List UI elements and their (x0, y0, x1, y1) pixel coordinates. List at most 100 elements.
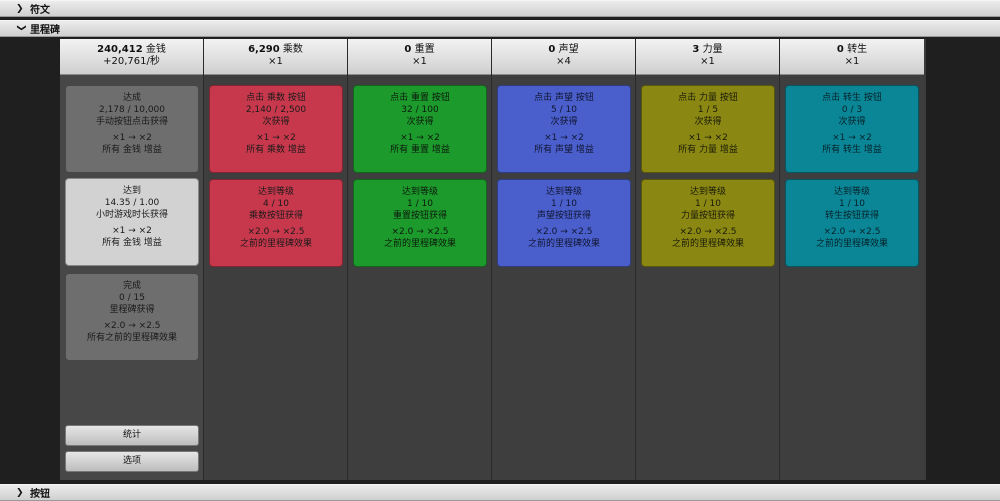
resource-amount: 0 (548, 44, 556, 55)
milestone-progress: 2,140 / 2,500 (245, 105, 307, 115)
milestone-progress: 0 / 15 (119, 293, 145, 303)
milestone-title: 点击 声望 按钮 (534, 93, 594, 103)
milestone-effect: 所有 声望 增益 (534, 145, 594, 155)
milestone-multiplier: ×1 → ×2 (112, 133, 152, 143)
milestone-card[interactable]: 达到 14.35 / 1.00 小时游戏时长获得 ×1 → ×2 所有 金钱 增… (65, 178, 199, 266)
milestone-board: 240,412 金钱 +20,761/秒 达成 2,178 / 10,000 手… (60, 39, 926, 480)
chevron-right-icon: ❯ (16, 487, 24, 498)
milestone-multiplier: ×1 → ×2 (400, 133, 440, 143)
resource-amount: 3 (692, 44, 700, 55)
resource-name: 重置 (414, 44, 435, 55)
milestone-progress: 4 / 10 (263, 199, 289, 209)
milestone-condition: 里程碑获得 (109, 305, 155, 315)
milestone-progress: 5 / 10 (551, 105, 577, 115)
stats-button[interactable]: 统计 (65, 425, 199, 446)
milestone-card[interactable]: 点击 转生 按钮 0 / 3 次获得 ×1 → ×2 所有 转生 增益 (785, 85, 919, 173)
milestone-card[interactable]: 达到等级 1 / 10 重置按钮获得 ×2.0 → ×2.5 之前的里程碑效果 (353, 179, 487, 267)
section-buttons-header[interactable]: ❯ 按钮 (0, 484, 1000, 501)
milestone-multiplier: ×2.0 → ×2.5 (823, 227, 881, 237)
milestone-condition: 乘数按钮获得 (248, 211, 303, 221)
milestone-card[interactable]: 完成 0 / 15 里程碑获得 ×2.0 → ×2.5 所有之前的里程碑效果 (65, 273, 199, 361)
milestone-multiplier: ×1 → ×2 (688, 133, 728, 143)
column-header: 0 转生 ×1 (780, 39, 924, 75)
resource-amount: 240,412 (97, 44, 143, 55)
milestone-effect: 所有 力量 增益 (678, 145, 738, 155)
milestone-title: 达到等级 (833, 187, 870, 197)
resource-name: 力量 (702, 44, 723, 55)
resource-rate: ×1 (700, 56, 715, 67)
section-milestones-header[interactable]: ❯ 里程碑 (0, 20, 1000, 37)
column-header: 0 重置 ×1 (348, 39, 491, 75)
milestone-progress: 32 / 100 (401, 105, 439, 115)
milestone-effect: 所有 金钱 增益 (102, 145, 162, 155)
milestone-title: 达到等级 (545, 187, 582, 197)
milestone-title: 达到等级 (257, 187, 294, 197)
milestone-multiplier: ×2.0 → ×2.5 (247, 227, 305, 237)
section-runes-header[interactable]: ❯ 符文 (0, 0, 1000, 17)
milestone-title: 点击 乘数 按钮 (246, 93, 306, 103)
milestone-card[interactable]: 达到等级 1 / 10 转生按钮获得 ×2.0 → ×2.5 之前的里程碑效果 (785, 179, 919, 267)
milestone-progress: 1 / 10 (839, 199, 865, 209)
milestone-condition: 次获得 (262, 117, 290, 127)
section-title: 里程碑 (30, 25, 60, 36)
milestone-card[interactable]: 点击 力量 按钮 1 / 5 次获得 ×1 → ×2 所有 力量 增益 (641, 85, 775, 173)
milestone-title: 完成 (122, 281, 141, 291)
milestone-card[interactable]: 达到等级 4 / 10 乘数按钮获得 ×2.0 → ×2.5 之前的里程碑效果 (209, 179, 343, 267)
resource-name: 金钱 (145, 44, 166, 55)
milestone-condition: 转生按钮获得 (824, 211, 879, 221)
milestone-multiplier: ×1 → ×2 (256, 133, 296, 143)
milestone-progress: 2,178 / 10,000 (98, 105, 165, 115)
column-money: 240,412 金钱 +20,761/秒 达成 2,178 / 10,000 手… (60, 39, 204, 480)
resource-rate: ×1 (844, 56, 860, 67)
chevron-right-icon: ❯ (16, 3, 24, 14)
milestone-effect: 所有 重置 增益 (390, 145, 450, 155)
resource-rate: ×1 (412, 56, 427, 67)
milestone-multiplier: ×2.0 → ×2.5 (679, 227, 737, 237)
milestone-card[interactable]: 点击 声望 按钮 5 / 10 次获得 ×1 → ×2 所有 声望 增益 (497, 85, 631, 173)
milestone-effect: 所有 转生 增益 (822, 145, 882, 155)
column-header: 6,290 乘数 ×1 (204, 39, 347, 75)
milestone-multiplier: ×1 → ×2 (832, 133, 872, 143)
milestone-progress: 1 / 10 (551, 199, 577, 209)
milestone-card[interactable]: 达到等级 1 / 10 力量按钮获得 ×2.0 → ×2.5 之前的里程碑效果 (641, 179, 775, 267)
chevron-down-icon: ❯ (16, 23, 26, 32)
milestone-progress: 14.35 / 1.00 (104, 198, 160, 208)
resource-name: 乘数 (282, 44, 303, 55)
column-reset: 0 重置 ×1 点击 重置 按钮 32 / 100 次获得 ×1 → ×2 所有… (348, 39, 492, 480)
column-multiplier: 6,290 乘数 ×1 点击 乘数 按钮 2,140 / 2,500 次获得 ×… (204, 39, 348, 480)
milestone-condition: 重置按钮获得 (392, 211, 447, 221)
milestone-multiplier: ×1 → ×2 (112, 226, 152, 236)
milestone-effect: 之前的里程碑效果 (527, 239, 600, 249)
resource-amount: 0 (836, 44, 844, 55)
milestone-card[interactable]: 点击 乘数 按钮 2,140 / 2,500 次获得 ×1 → ×2 所有 乘数… (209, 85, 343, 173)
column-header: 3 力量 ×1 (636, 39, 779, 75)
milestone-condition: 次获得 (838, 117, 866, 127)
column-header: 240,412 金钱 +20,761/秒 (60, 39, 203, 75)
options-button[interactable]: 选项 (65, 451, 199, 472)
milestone-title: 达成 (122, 93, 141, 103)
milestone-card[interactable]: 达成 2,178 / 10,000 手动按钮点击获得 ×1 → ×2 所有 金钱… (65, 85, 199, 173)
column-header: 0 声望 ×4 (492, 39, 635, 75)
milestone-title: 点击 力量 按钮 (678, 93, 738, 103)
milestone-effect: 所有 金钱 增益 (102, 238, 162, 248)
milestone-progress: 1 / 10 (407, 199, 433, 209)
milestone-condition: 次获得 (550, 117, 578, 127)
milestone-progress: 1 / 10 (695, 199, 721, 209)
milestone-multiplier: ×2.0 → ×2.5 (535, 227, 593, 237)
resource-rate: ×4 (556, 56, 571, 67)
column-prestige: 0 声望 ×4 点击 声望 按钮 5 / 10 次获得 ×1 → ×2 所有 声… (492, 39, 636, 480)
milestone-progress: 0 / 3 (841, 105, 863, 115)
milestone-condition: 次获得 (694, 117, 722, 127)
milestone-title: 点击 重置 按钮 (390, 93, 450, 103)
resource-rate: ×1 (268, 56, 283, 67)
milestone-effect: 所有 乘数 增益 (246, 145, 306, 155)
section-title: 按钮 (30, 489, 50, 500)
section-title: 符文 (30, 5, 50, 16)
milestone-card[interactable]: 达到等级 1 / 10 声望按钮获得 ×2.0 → ×2.5 之前的里程碑效果 (497, 179, 631, 267)
milestone-multiplier: ×2.0 → ×2.5 (391, 227, 449, 237)
resource-name: 转生 (847, 44, 868, 55)
milestone-card[interactable]: 点击 重置 按钮 32 / 100 次获得 ×1 → ×2 所有 重置 增益 (353, 85, 487, 173)
resource-amount: 6,290 (248, 44, 280, 55)
milestone-title: 达到等级 (401, 187, 438, 197)
milestone-multiplier: ×2.0 → ×2.5 (103, 321, 161, 331)
